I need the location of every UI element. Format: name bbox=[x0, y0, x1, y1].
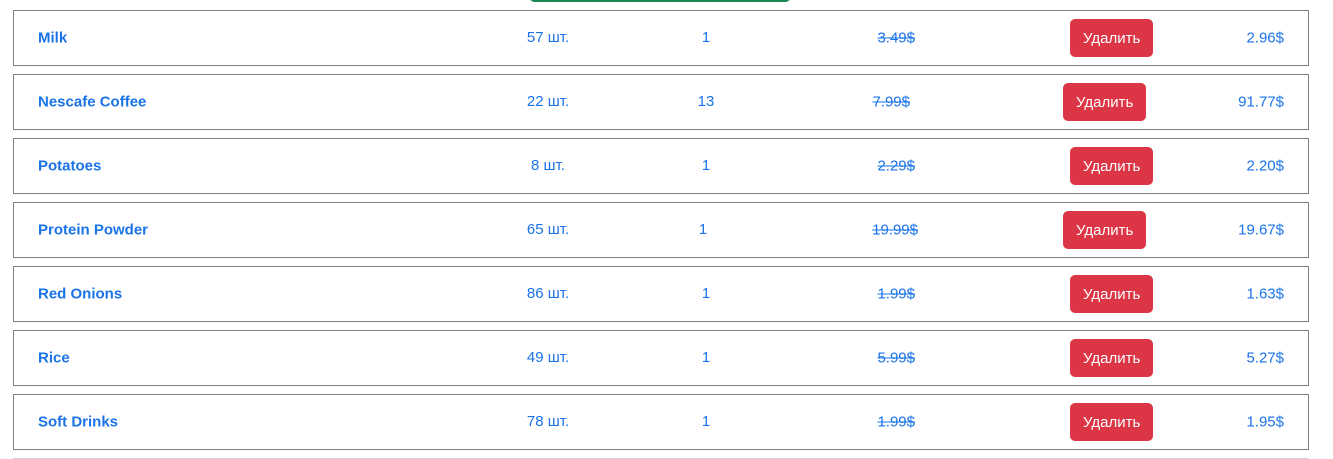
row-total: 5.27$ bbox=[1246, 349, 1284, 367]
old-price: 19.99$ bbox=[872, 221, 918, 239]
old-price: 7.99$ bbox=[872, 93, 910, 111]
row-total: 1.95$ bbox=[1246, 413, 1284, 431]
product-name-link[interactable]: Protein Powder bbox=[38, 222, 148, 239]
cart-list: Milk 57 шт. 1 3.49$ Удалить 2.96$ Nescaf… bbox=[13, 10, 1309, 458]
green-action-bar[interactable] bbox=[529, 0, 791, 2]
cart-row-nescafe-coffee: Nescafe Coffee 22 шт. 13 7.99$ Удалить 9… bbox=[13, 74, 1309, 130]
product-name-link[interactable]: Nescafe Coffee bbox=[38, 94, 146, 111]
delete-button[interactable]: Удалить bbox=[1070, 339, 1154, 377]
product-name-link[interactable]: Red Onions bbox=[38, 286, 122, 303]
old-price: 2.29$ bbox=[877, 157, 915, 175]
product-name-link[interactable]: Rice bbox=[38, 350, 70, 367]
cart-row-red-onions: Red Onions 86 шт. 1 1.99$ Удалить 1.63$ bbox=[13, 266, 1309, 322]
row-total: 91.77$ bbox=[1238, 93, 1284, 111]
delete-button[interactable]: Удалить bbox=[1070, 275, 1154, 313]
cart-row-protein-powder: Protein Powder 65 шт. 1 19.99$ Удалить 1… bbox=[13, 202, 1309, 258]
old-price: 5.99$ bbox=[877, 349, 915, 367]
product-name-link[interactable]: Potatoes bbox=[38, 158, 101, 175]
delete-button[interactable]: Удалить bbox=[1063, 83, 1147, 121]
old-price: 1.99$ bbox=[877, 285, 915, 303]
product-name-link[interactable]: Soft Drinks bbox=[38, 414, 118, 431]
cart-page: Milk 57 шт. 1 3.49$ Удалить 2.96$ Nescaf… bbox=[0, 0, 1333, 459]
row-total: 2.96$ bbox=[1246, 29, 1284, 47]
row-total: 19.67$ bbox=[1238, 221, 1284, 239]
cart-row-potatoes: Potatoes 8 шт. 1 2.29$ Удалить 2.20$ bbox=[13, 138, 1309, 194]
old-price: 3.49$ bbox=[877, 29, 915, 47]
cart-row-rice: Rice 49 шт. 1 5.99$ Удалить 5.27$ bbox=[13, 330, 1309, 386]
delete-button[interactable]: Удалить bbox=[1070, 147, 1154, 185]
delete-button[interactable]: Удалить bbox=[1063, 211, 1147, 249]
row-total: 1.63$ bbox=[1246, 285, 1284, 303]
old-price: 1.99$ bbox=[877, 413, 915, 431]
product-name-link[interactable]: Milk bbox=[38, 30, 67, 47]
row-total: 2.20$ bbox=[1246, 157, 1284, 175]
delete-button[interactable]: Удалить bbox=[1070, 403, 1154, 441]
cart-row-milk: Milk 57 шт. 1 3.49$ Удалить 2.96$ bbox=[13, 10, 1309, 66]
cart-row-soft-drinks: Soft Drinks 78 шт. 1 1.99$ Удалить 1.95$ bbox=[13, 394, 1309, 450]
delete-button[interactable]: Удалить bbox=[1070, 19, 1154, 57]
